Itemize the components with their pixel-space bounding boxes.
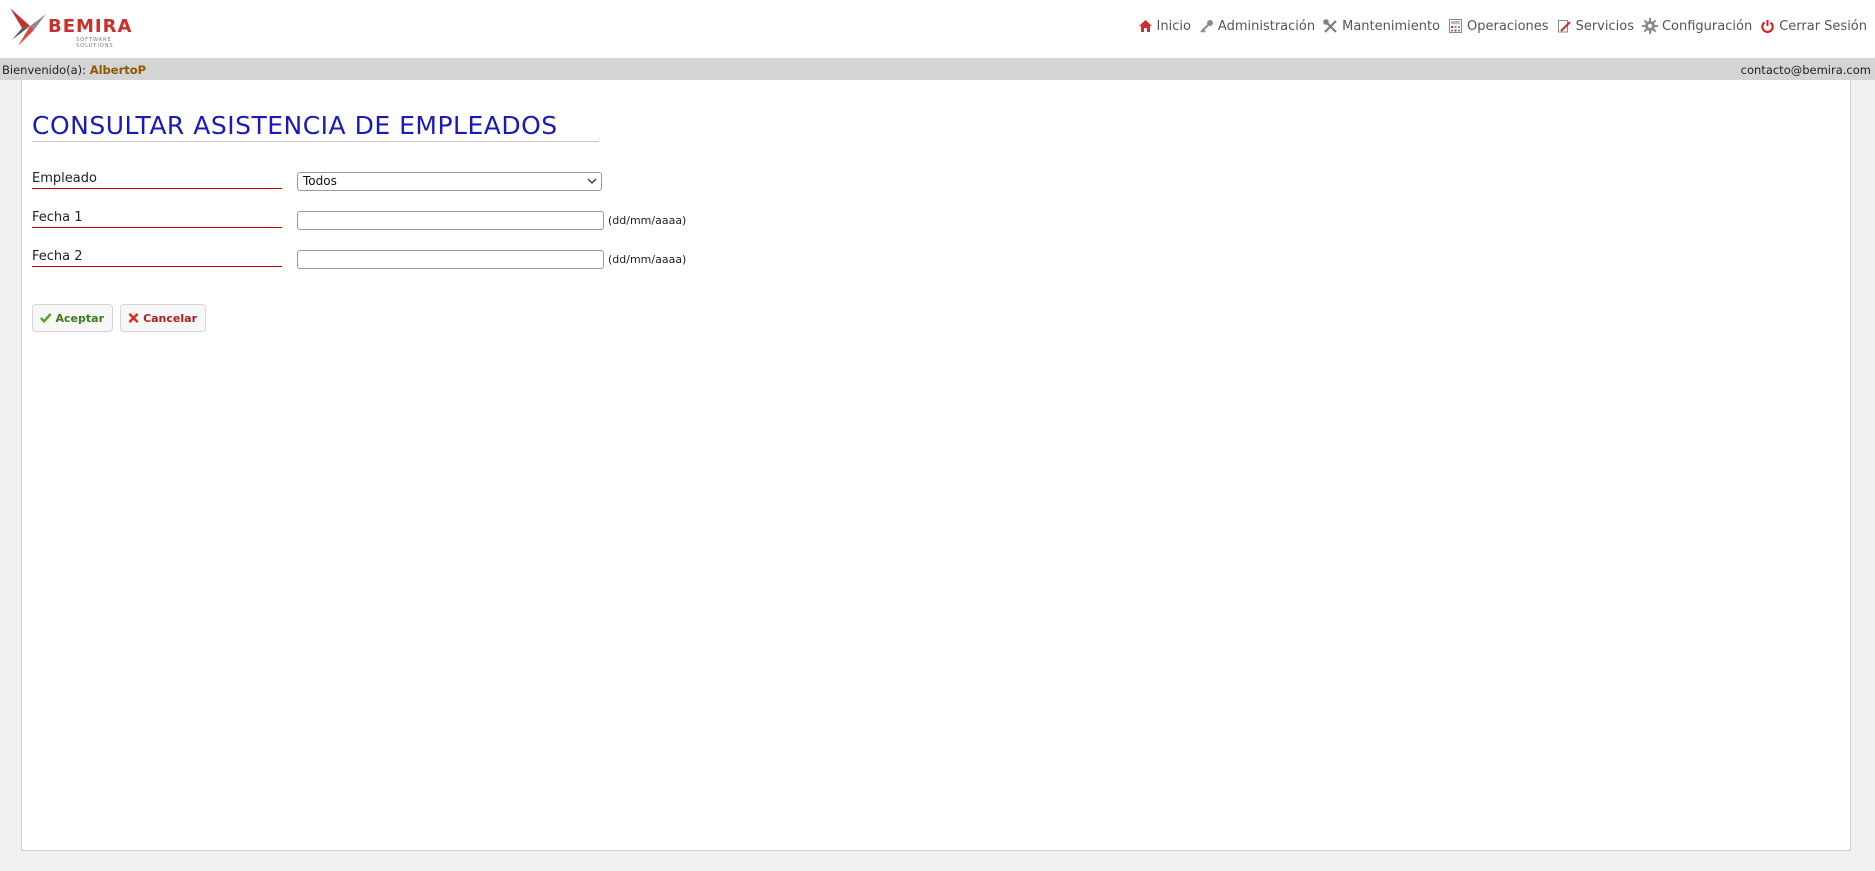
top-header: BEMIRA SOFTWARE SOLUTIONS Inicio Adminis… (0, 0, 1875, 58)
nav-configuracion-label: Configuración (1661, 18, 1753, 34)
nav-mantenimiento[interactable]: Mantenimiento (1323, 19, 1440, 34)
fecha2-format-hint: (dd/mm/aaaa) (608, 253, 687, 266)
edit-doc-icon (1557, 20, 1571, 33)
fecha1-label: Fecha 1 (32, 211, 282, 228)
cancel-button-label: Cancelar (143, 311, 197, 325)
welcome-message: Bienvenido(a): AlbertoP (2, 63, 146, 77)
fecha1-input[interactable] (297, 211, 604, 230)
nav-administracion-label: Administración (1217, 18, 1316, 34)
accept-button-label: Aceptar (55, 311, 104, 325)
nav-administracion[interactable]: Administración (1199, 19, 1315, 34)
close-icon (128, 313, 139, 323)
power-icon (1761, 19, 1774, 33)
nav-inicio[interactable]: Inicio (1138, 19, 1191, 34)
fecha1-format-hint: (dd/mm/aaaa) (608, 214, 687, 227)
empleado-selected-value: Todos (303, 174, 337, 188)
key-icon (1200, 20, 1213, 33)
nav-inicio-label: Inicio (1156, 18, 1191, 34)
bemira-logo[interactable]: BEMIRA SOFTWARE SOLUTIONS (8, 6, 138, 49)
tools-icon (1323, 19, 1337, 33)
chevron-down-icon (587, 178, 597, 184)
empleado-label: Empleado (32, 172, 282, 189)
nav-operaciones-label: Operaciones (1467, 18, 1549, 34)
welcome-bar: Bienvenido(a): AlbertoP contacto@bemira.… (0, 58, 1875, 80)
nav-configuracion[interactable]: Configuración (1641, 18, 1753, 34)
calculator-icon (1449, 19, 1463, 33)
empleado-select[interactable]: Todos (297, 172, 602, 191)
nav-mantenimiento-label: Mantenimiento (1342, 18, 1441, 34)
logo-mark-icon (10, 8, 46, 46)
main-panel: CONSULTAR ASISTENCIA DE EMPLEADOS Emplea… (21, 80, 1851, 851)
gear-icon (1641, 18, 1658, 34)
welcome-username: AlbertoP (89, 63, 147, 77)
nav-cerrar-sesion[interactable]: Cerrar Sesión (1760, 19, 1867, 34)
page-title: CONSULTAR ASISTENCIA DE EMPLEADOS (32, 111, 599, 142)
accept-button[interactable]: Aceptar (32, 304, 113, 332)
nav-cerrar-sesion-label: Cerrar Sesión (1779, 18, 1867, 34)
contact-email: contacto@bemira.com (1740, 63, 1871, 77)
welcome-prefix: Bienvenido(a): (2, 63, 87, 77)
nav-operaciones[interactable]: Operaciones (1448, 19, 1549, 34)
brand-name: BEMIRA (48, 16, 133, 37)
nav-servicios-label: Servicios (1575, 18, 1634, 34)
cancel-button[interactable]: Cancelar (120, 304, 206, 332)
home-icon (1138, 20, 1152, 32)
checkmark-icon (40, 313, 52, 324)
fecha2-label: Fecha 2 (32, 250, 282, 267)
brand-tagline: SOFTWARE SOLUTIONS (76, 37, 114, 49)
main-nav: Inicio Administración Mantenimiento Oper… (1138, 14, 1875, 38)
fecha2-input[interactable] (297, 250, 604, 269)
nav-servicios[interactable]: Servicios (1557, 19, 1634, 34)
